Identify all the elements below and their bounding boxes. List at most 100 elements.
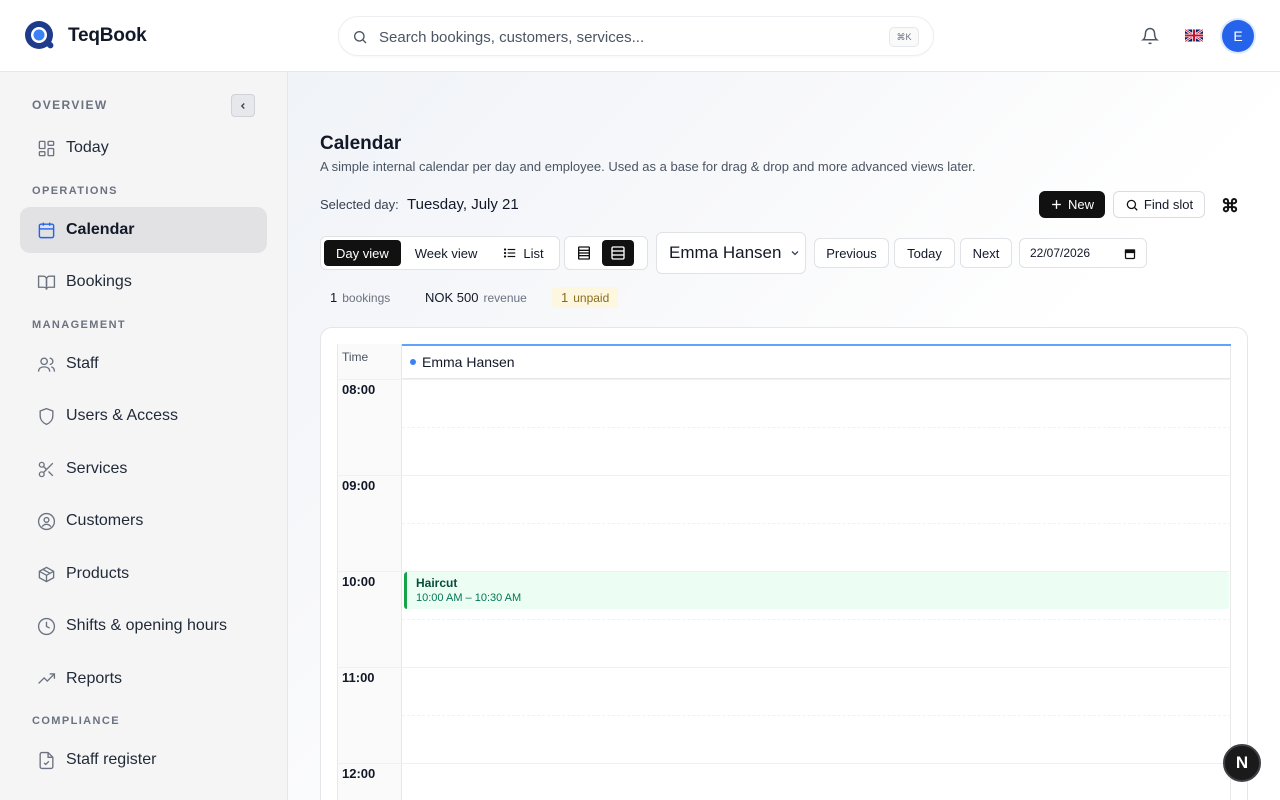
hour-line [338,475,1231,476]
date-picker-input[interactable]: 22/07/2026 [1019,238,1147,268]
hour-label: 10:00 [342,574,376,589]
clock-icon [36,616,56,636]
sidebar-item-label: Calendar [66,221,135,238]
date-picker-value: 22/07/2026 [1030,246,1091,260]
employee-column-header[interactable]: Emma Hansen [402,344,1231,379]
nextjs-dev-button[interactable]: N [1223,744,1261,782]
sidebar-item-reports[interactable]: Reports [20,656,267,702]
uk-flag-icon[interactable] [1185,29,1203,42]
command-palette-icon[interactable]: ⌘ [1221,196,1239,217]
users-icon [36,354,56,374]
comfortable-density-button[interactable] [602,240,634,266]
rows-comfortable-icon [611,246,625,260]
search-input[interactable] [379,26,849,48]
scissors-icon [36,459,56,479]
teqbook-logo[interactable] [24,20,56,52]
top-bar: TeqBook ⌘K E [0,0,1280,72]
selected-day-value: Tuesday, July 21 [407,196,519,213]
sidebar-item-label: Staff [66,355,99,372]
sidebar-item-shifts[interactable]: Shifts & opening hours [20,603,267,649]
section-label-management: MANAGEMENT [32,319,127,331]
sidebar-item-label: Reports [66,670,123,687]
bell-icon[interactable] [1141,27,1159,45]
sidebar-item-services[interactable]: Services [20,446,267,492]
view-switcher: Day view Week view List [320,236,560,270]
revenue-stat-label: revenue [483,291,527,305]
hour-line [338,763,1231,764]
find-slot-button[interactable]: Find slot [1113,191,1205,218]
sidebar-item-label: Products [66,565,130,582]
search-icon [354,31,367,44]
sidebar-item-label: Today [66,139,109,156]
tab-list-view[interactable]: List [491,240,555,266]
unpaid-stat-badge: 1 unpaid [552,287,619,308]
brand-name[interactable]: TeqBook [68,25,147,47]
section-label-operations: OPERATIONS [32,185,118,197]
bookings-stat: 1 bookings [330,290,390,305]
search-shortcut-badge: ⌘K [889,27,919,47]
calendar-grid: Time Emma Hansen 08:00 09:00 10:00 11:00… [337,344,1231,800]
tab-week-view[interactable]: Week view [403,240,490,266]
sidebar-item-users-access[interactable]: Users & Access [20,393,267,439]
next-day-button[interactable]: Next [960,238,1012,268]
unpaid-count: 1 [561,290,569,305]
sidebar-item-today[interactable]: Today [20,125,267,171]
bookings-stat-label: bookings [342,291,391,305]
calendar-card: Time Emma Hansen 08:00 09:00 10:00 11:00… [320,327,1248,800]
time-column: Time [338,344,402,800]
section-label-overview: OVERVIEW [32,98,108,112]
sidebar-item-calendar[interactable]: Calendar [20,207,267,253]
sidebar-item-label: Customers [66,512,144,529]
global-search[interactable]: ⌘K [338,16,934,56]
sidebar-item-label: Services [66,460,128,477]
list-view-label: List [523,245,544,261]
find-slot-label: Find slot [1143,197,1194,212]
booking-event-title: Haircut [416,576,458,590]
compact-density-button[interactable] [568,240,600,266]
sidebar-item-staff[interactable]: Staff [20,341,267,387]
booking-event[interactable]: Haircut 10:00 AM – 10:30 AM [404,572,1229,609]
main-content: Calendar A simple internal calendar per … [288,72,1280,800]
calendar-icon [36,220,56,240]
file-check-icon [36,750,56,770]
employee-column-name: Emma Hansen [422,354,515,370]
chevron-left-icon [240,102,245,109]
hour-label: 11:00 [342,670,375,685]
grid-icon [36,138,56,158]
box-icon [36,564,56,584]
sidebar-item-staff-register[interactable]: Staff register [20,737,267,783]
selected-day-label: Selected day: [320,197,399,212]
today-button[interactable]: Today [894,238,955,268]
new-booking-button[interactable]: New [1039,191,1105,218]
search-icon [1126,199,1138,211]
sidebar-item-label: Staff register [66,751,157,768]
employee-select[interactable]: Emma Hansen [656,232,806,274]
half-hour-line [402,619,1231,620]
chevron-down-icon [791,251,799,256]
unpaid-stat-label: unpaid [573,291,610,305]
previous-day-button[interactable]: Previous [814,238,889,268]
revenue-value: NOK 500 [425,290,479,305]
hour-line [338,379,1231,380]
employee-select-value: Emma Hansen [669,243,782,262]
new-button-label: New [1067,197,1094,212]
revenue-stat: NOK 500 revenue [425,290,527,305]
sidebar-item-customers[interactable]: Customers [20,498,267,544]
page-subtitle: A simple internal calendar per day and e… [320,159,976,174]
hour-line [338,667,1231,668]
trend-icon [36,669,56,689]
rows-compact-icon [578,246,590,260]
list-icon [504,248,516,258]
sidebar-item-bookings[interactable]: Bookings [20,259,267,305]
bookings-count: 1 [330,290,338,305]
tab-day-view[interactable]: Day view [324,240,401,266]
half-hour-line [402,715,1231,716]
user-avatar[interactable]: E [1222,20,1254,52]
collapse-sidebar-button[interactable] [231,94,255,117]
shield-icon [36,406,56,426]
sidebar-item-products[interactable]: Products [20,551,267,597]
density-switcher [564,236,648,270]
time-column-header: Time [342,350,369,364]
calendar-picker-icon[interactable] [1124,248,1136,260]
employee-color-dot [410,359,416,365]
